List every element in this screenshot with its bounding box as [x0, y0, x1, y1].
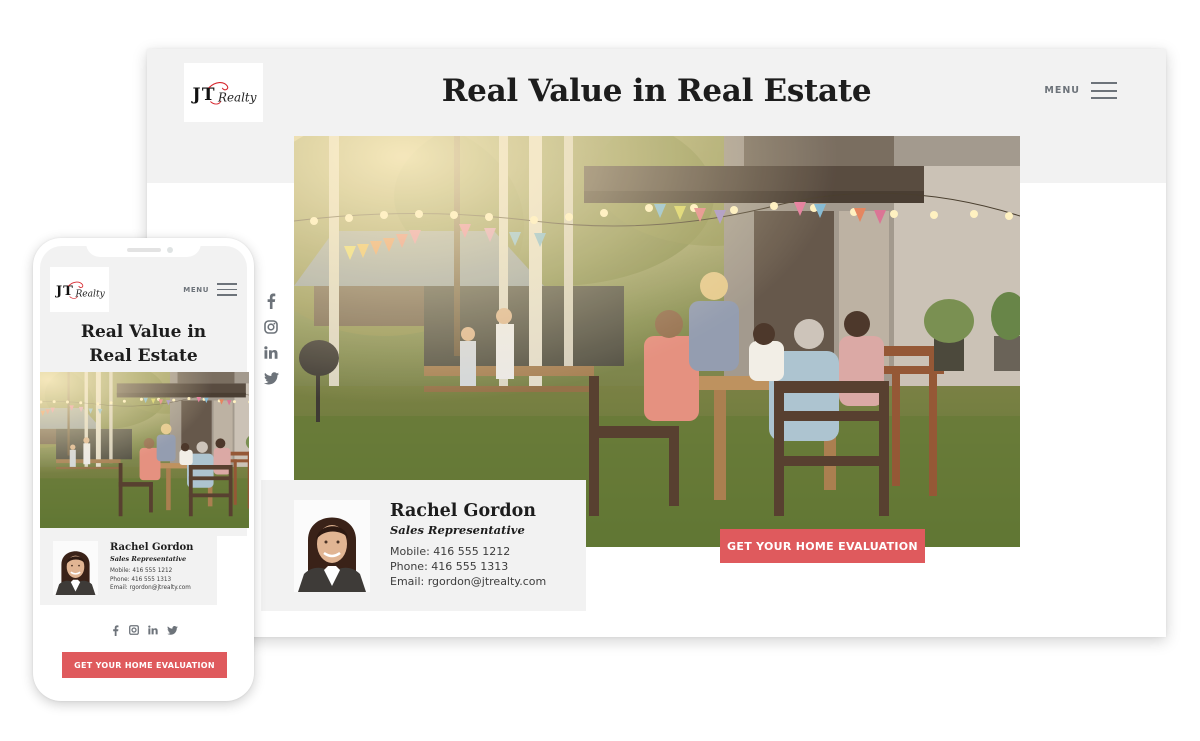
agent-mobile[interactable]: Mobile: 416 555 1212 [390, 544, 546, 559]
backyard-dinner-photo [40, 372, 249, 528]
agent-photo [294, 500, 370, 592]
agent-name: Rachel Gordon [110, 542, 194, 553]
mobile-social-links [33, 624, 254, 636]
title-line-1: Real Value in [80, 322, 207, 342]
menu-label: MENU [183, 285, 209, 294]
agent-role: Sales Representative [390, 523, 525, 537]
logo-icon [54, 277, 106, 303]
hamburger-icon [1091, 82, 1117, 99]
home-evaluation-button[interactable]: GET YOUR HOME EVALUATION [720, 529, 925, 563]
linkedin-icon[interactable] [147, 624, 160, 636]
agent-contact: Mobile: 416 555 1212 Phone: 416 555 1313… [110, 567, 191, 593]
mobile-site-preview: MENU Real Value in Real Estate Rachel Go… [33, 238, 254, 701]
agent-mobile[interactable]: Mobile: 416 555 1212 [110, 567, 191, 576]
mobile-jt-realty-logo[interactable] [50, 267, 109, 312]
agent-phone[interactable]: Phone: 416 555 1313 [390, 559, 546, 574]
agent-email[interactable]: Email: rgordon@jtrealty.com [110, 584, 191, 593]
agent-photo [53, 541, 98, 595]
agent-name: Rachel Gordon [390, 501, 537, 521]
title-line-2: Real Estate [89, 346, 198, 366]
phone-camera [167, 247, 173, 253]
menu-label: MENU [1044, 85, 1080, 96]
social-links [260, 292, 282, 387]
menu-button[interactable]: MENU [1044, 82, 1117, 99]
twitter-icon[interactable] [262, 370, 280, 387]
linkedin-icon[interactable] [262, 344, 280, 361]
agent-portrait [294, 500, 370, 592]
agent-card: Rachel Gordon Sales Representative Mobil… [261, 480, 586, 611]
instagram-icon[interactable] [262, 318, 280, 335]
mobile-menu-button[interactable]: MENU [183, 283, 237, 296]
agent-contact: Mobile: 416 555 1212 Phone: 416 555 1313… [390, 544, 546, 589]
agent-role: Sales Representative [110, 555, 187, 563]
phone-speaker [127, 248, 161, 252]
agent-phone[interactable]: Phone: 416 555 1313 [110, 576, 191, 585]
facebook-icon[interactable] [262, 292, 280, 309]
hamburger-icon [217, 283, 237, 296]
mobile-page-title: Real Value in Real Estate [40, 320, 247, 368]
desktop-site-preview: Real Value in Real Estate MENU Rachel Go… [147, 49, 1166, 637]
page-title: Real Value in Real Estate [441, 73, 872, 109]
facebook-icon[interactable] [109, 624, 122, 636]
mobile-agent-card: Rachel Gordon Sales Representative Mobil… [40, 529, 217, 605]
agent-portrait [53, 541, 98, 595]
mobile-hero-image [40, 372, 249, 528]
instagram-icon[interactable] [128, 624, 141, 636]
agent-email[interactable]: Email: rgordon@jtrealty.com [390, 574, 546, 589]
mobile-home-evaluation-button[interactable]: GET YOUR HOME EVALUATION [62, 652, 227, 678]
twitter-icon[interactable] [166, 624, 179, 636]
